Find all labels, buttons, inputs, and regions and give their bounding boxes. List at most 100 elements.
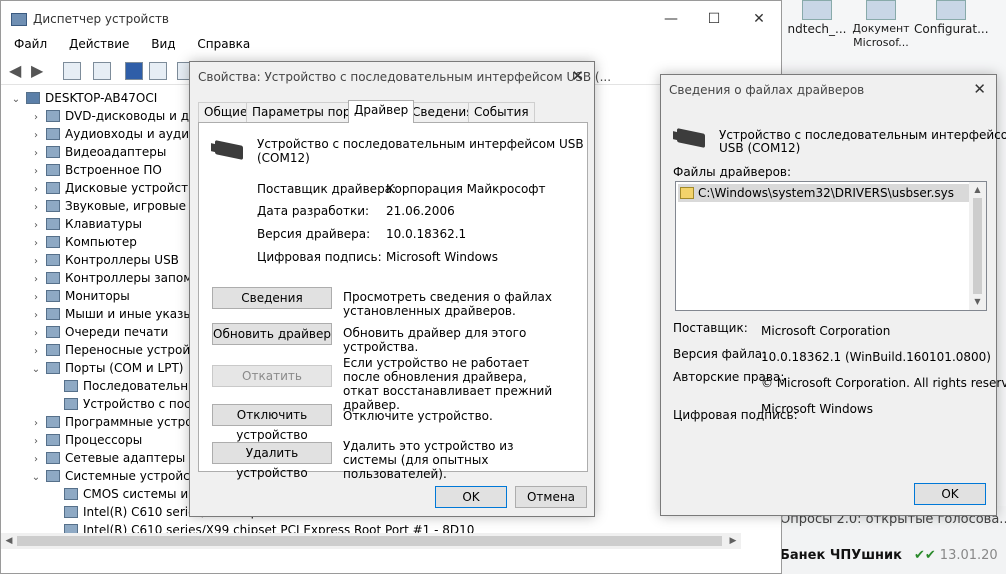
maximize-button[interactable]: ☐ xyxy=(704,9,724,29)
tree-root[interactable]: ⌄ DESKTOP-AB47OCI xyxy=(9,89,157,107)
device-category-icon xyxy=(46,326,60,338)
back-arrow-icon[interactable]: ◀ xyxy=(9,62,27,80)
device-category-icon xyxy=(46,128,60,140)
device-category-icon xyxy=(46,164,60,176)
tree-item-label: Контроллеры USB xyxy=(65,253,179,267)
tree-category-item[interactable]: › Очереди печати xyxy=(29,323,168,341)
field-value: Microsoft Windows xyxy=(761,402,873,416)
action-description: Отключите устройство. xyxy=(343,409,493,423)
vertical-scrollbar[interactable]: ▲ ▼ xyxy=(969,182,986,310)
horizontal-scrollbar[interactable]: ◀ ▶ xyxy=(1,533,741,549)
tree-category-item[interactable]: ⌄ Порты (COM и LPT) xyxy=(29,359,184,379)
menu-action[interactable]: Действие xyxy=(69,37,129,51)
scroll-up-icon[interactable]: ▲ xyxy=(969,182,986,198)
tree-item-label: Процессоры xyxy=(65,433,143,447)
uninstall-device-button[interactable]: Удалить устройство xyxy=(212,442,332,480)
scroll-right-icon[interactable]: ▶ xyxy=(725,533,741,549)
document-icon xyxy=(866,0,896,20)
tree-category-item[interactable]: › Мониторы xyxy=(29,287,130,305)
forward-arrow-icon[interactable]: ▶ xyxy=(31,62,49,80)
field-value: © Microsoft Corporation. All rights rese… xyxy=(761,376,1006,390)
driver-files-dialog: Сведения о файлах драйверов ✕ Устройство… xyxy=(660,74,1006,516)
cancel-button[interactable]: Отмена xyxy=(515,486,587,508)
device-name: Устройство с последовательным интерфейсо… xyxy=(257,137,584,165)
desktop-shortcut[interactable]: Документ Microsof... xyxy=(844,0,918,60)
tree-item-label: Видеоадаптеры xyxy=(65,145,167,159)
scroll-thumb[interactable] xyxy=(973,198,982,294)
tree-category-item[interactable]: › Компьютер xyxy=(29,233,137,251)
device-category-icon xyxy=(64,380,78,392)
menu-help[interactable]: Справка xyxy=(197,37,250,51)
window-title: Диспетчер устройств xyxy=(33,12,170,26)
tree-category-item[interactable]: ⌄ Системные устройства xyxy=(29,467,211,485)
device-category-icon xyxy=(46,200,60,212)
titlebar[interactable]: Диспетчер устройств — ☐ ✕ xyxy=(1,1,781,39)
ok-button[interactable]: OK xyxy=(914,483,986,505)
chevron-down-icon[interactable]: ⌄ xyxy=(29,361,43,379)
tree-item-label: Компьютер xyxy=(65,235,137,249)
close-button[interactable]: ✕ xyxy=(973,80,986,98)
tree-category-item[interactable]: › Контроллеры USB xyxy=(29,251,179,269)
device-category-icon xyxy=(64,488,78,500)
tree-item-label: Очереди печати xyxy=(65,325,169,339)
ok-button[interactable]: OK xyxy=(435,486,507,508)
device-category-icon xyxy=(46,182,60,194)
properties-dialog: Свойства: Устройство с последовательным … xyxy=(189,61,611,517)
computer-icon xyxy=(26,92,40,104)
rollback-driver-button[interactable]: Откатить xyxy=(212,365,332,387)
close-button[interactable]: ✕ xyxy=(749,9,769,29)
menu-view[interactable]: Вид xyxy=(151,37,175,51)
file-path: C:\Windows\system32\DRIVERS\usbser.sys xyxy=(698,186,955,200)
usb-device-icon xyxy=(677,128,705,148)
scroll-down-icon[interactable]: ▼ xyxy=(969,294,986,310)
news-author[interactable]: Банек ЧПУшник xyxy=(780,548,902,563)
desktop-shortcut[interactable]: ndtech_... xyxy=(780,0,854,60)
driver-files-list[interactable]: C:\Windows\system32\DRIVERS\usbser.sys ▲… xyxy=(675,181,987,311)
tree-item-label: Мониторы xyxy=(65,289,130,303)
tree-category-item[interactable]: › Видеоадаптеры xyxy=(29,143,166,161)
update-driver-button[interactable]: Обновить драйвер xyxy=(212,323,332,345)
field-value: 10.0.18362.1 (WinBuild.160101.0800) xyxy=(761,350,991,364)
tree-root-label: DESKTOP-AB47OCI xyxy=(45,91,158,105)
tree-category-item[interactable]: › Встроенное ПО xyxy=(29,161,162,179)
chevron-down-icon[interactable]: ⌄ xyxy=(29,469,43,487)
scroll-thumb[interactable] xyxy=(17,536,722,546)
tree-category-item[interactable]: › Процессоры xyxy=(29,431,142,449)
chevron-down-icon[interactable]: ⌄ xyxy=(9,91,23,109)
scroll-left-icon[interactable]: ◀ xyxy=(1,533,17,549)
menu-file[interactable]: Файл xyxy=(14,37,47,51)
list-item[interactable]: C:\Windows\system32\DRIVERS\usbser.sys xyxy=(678,184,985,202)
help-icon[interactable] xyxy=(125,62,143,80)
desktop-shortcut-label: Configurat... xyxy=(914,22,988,36)
device-category-icon xyxy=(64,506,78,518)
action-description: Обновить драйвер для этого устройства. xyxy=(343,326,527,354)
field-value: Корпорация Майкрософт xyxy=(386,182,546,196)
tree-item-label: Клавиатуры xyxy=(65,217,142,231)
desktop-shortcut[interactable]: Configurat... xyxy=(914,0,988,60)
tab-driver[interactable]: Драйвер xyxy=(348,100,415,123)
device-category-icon xyxy=(46,254,60,266)
tab-events[interactable]: События xyxy=(468,102,535,122)
tree-category-item[interactable]: › Дисковые устройства xyxy=(29,179,203,197)
device-category-icon xyxy=(46,218,60,230)
device-category-icon xyxy=(46,236,60,248)
tree-item-label: Сетевые адаптеры xyxy=(65,451,186,465)
properties-icon[interactable] xyxy=(63,62,81,80)
driver-tab-panel: Устройство с последовательным интерфейсо… xyxy=(198,122,588,481)
device-category-icon xyxy=(46,452,60,464)
news-date: ✔✔ 13.01.20 xyxy=(914,548,998,563)
tree-category-item[interactable]: › Клавиатуры xyxy=(29,215,142,233)
close-button[interactable]: ✕ xyxy=(571,67,584,85)
action-description: Если устройство не работает после обновл… xyxy=(343,356,553,412)
tree-category-item[interactable]: › Сетевые адаптеры xyxy=(29,449,185,467)
list-icon[interactable] xyxy=(93,62,111,80)
driver-details-button[interactable]: Сведения xyxy=(212,287,332,309)
field-label: Цифровая подпись: xyxy=(257,250,382,264)
tree-item-label: Встроенное ПО xyxy=(65,163,162,177)
console-icon[interactable] xyxy=(149,62,167,80)
device-category-icon xyxy=(46,272,60,284)
tree-item-label: Порты (COM и LPT) xyxy=(65,361,184,375)
disable-device-button[interactable]: Отключить устройство xyxy=(212,404,332,442)
minimize-button[interactable]: — xyxy=(661,9,681,29)
news-date-text: 13.01.20 xyxy=(939,548,998,563)
